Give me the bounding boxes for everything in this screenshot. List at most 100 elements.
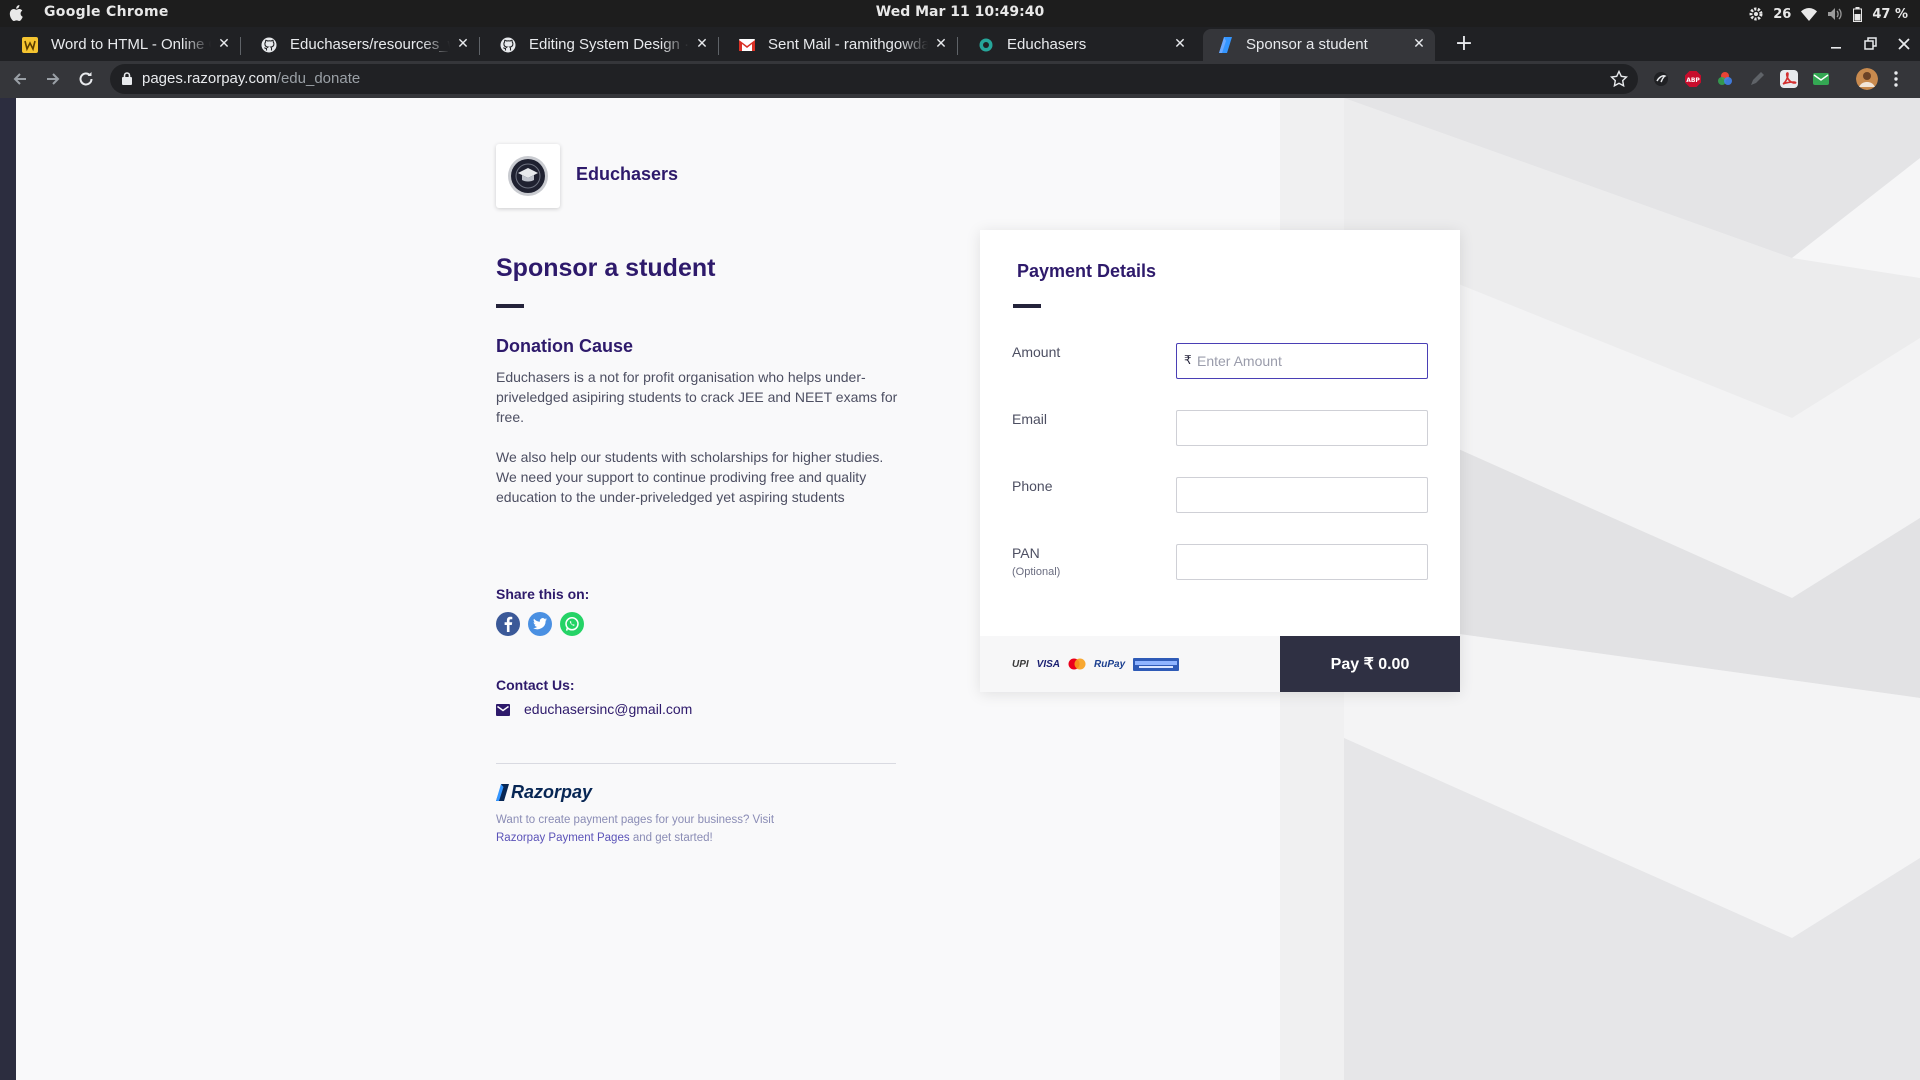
battery-icon[interactable] [1853, 6, 1863, 22]
tab-sponsor-a-student[interactable]: Sponsor a student ✕ [1203, 29, 1435, 61]
tab-title: Editing System Design · ra [529, 36, 689, 53]
left-edge-strip [0, 98, 16, 1080]
minimize-icon[interactable] [1827, 35, 1845, 53]
tab-sent-mail[interactable]: Sent Mail - ramithgowdak ✕ [725, 29, 957, 61]
github-icon [261, 37, 277, 53]
payment-details-card: Payment Details Amount ₹ Email Phone PAN… [980, 230, 1460, 692]
color-picker-icon[interactable] [1716, 70, 1734, 88]
footer-text-lead: Want to create payment pages for your bu… [496, 814, 775, 826]
tab-separator [718, 37, 719, 55]
tab-separator [479, 37, 480, 55]
tab-title: Word to HTML - Online Co [51, 36, 211, 53]
payment-details-heading: Payment Details [1017, 261, 1157, 281]
url-path: /edu_donate [276, 70, 361, 87]
razorpay-wordmark: Razorpay [511, 781, 593, 802]
donation-cause-heading: Donation Cause [496, 336, 634, 356]
close-icon[interactable]: ✕ [455, 36, 471, 52]
more-menu-icon[interactable] [1890, 70, 1902, 88]
tab-educhasers-resources[interactable]: Educhasers/resources_wi ✕ [247, 29, 479, 61]
donation-cause-paragraph: Educhasers is a not for profit organisat… [496, 369, 898, 425]
extension-icon[interactable] [1652, 70, 1670, 88]
mail-extension-icon[interactable] [1812, 70, 1830, 88]
app-name[interactable]: Google Chrome [44, 4, 169, 20]
pay-button[interactable]: Pay ₹ 0.00 [1280, 636, 1460, 692]
amount-field[interactable]: ₹ [1176, 343, 1428, 379]
close-icon[interactable]: ✕ [694, 36, 710, 52]
os-top-bar: Google Chrome Wed Mar 11 10:49:40 26 47 … [0, 0, 1920, 27]
phone-field[interactable] [1176, 477, 1428, 513]
tab-strip: Word to HTML - Online Co ✕ Educhasers/re… [0, 27, 1920, 61]
pan-label: PAN [1012, 545, 1040, 561]
share-label: Share this on: [496, 586, 590, 602]
amount-input[interactable] [1197, 344, 1422, 378]
close-icon[interactable]: ✕ [1172, 36, 1188, 52]
tab-separator [957, 37, 958, 55]
reload-icon[interactable] [76, 69, 96, 89]
rupee-icon: ₹ [1184, 353, 1192, 367]
close-icon[interactable]: ✕ [216, 36, 232, 52]
facebook-icon[interactable] [496, 612, 520, 636]
tab-title: Sent Mail - ramithgowdak [768, 36, 928, 53]
pdf-icon[interactable] [1780, 70, 1798, 88]
word-to-html-icon [22, 37, 38, 53]
email-field[interactable] [1176, 410, 1428, 446]
phone-label: Phone [1012, 478, 1053, 494]
close-window-icon[interactable] [1895, 35, 1913, 53]
payment-method-logos: UPI VISA RuPay [1012, 656, 1180, 672]
browser-toolbar: pages.razorpay.com/edu_donate ABP [0, 61, 1920, 98]
pan-field[interactable] [1176, 544, 1428, 580]
pan-input[interactable] [1185, 545, 1423, 579]
adblock-plus-icon[interactable]: ABP [1684, 70, 1702, 88]
educhasers-logo-icon [508, 156, 548, 196]
tab-separator [240, 37, 241, 55]
bookmark-star-icon[interactable] [1610, 70, 1628, 88]
lock-icon[interactable] [122, 72, 132, 85]
profile-avatar-icon[interactable] [1856, 68, 1878, 90]
mastercard-icon [1068, 658, 1086, 670]
restore-icon[interactable] [1861, 35, 1879, 53]
tab-word-to-html[interactable]: Word to HTML - Online Co ✕ [8, 29, 240, 61]
title-underline [496, 304, 524, 308]
volume-icon[interactable] [1827, 7, 1843, 21]
whatsapp-icon[interactable] [560, 612, 584, 636]
address-bar[interactable]: pages.razorpay.com/edu_donate [110, 64, 1638, 94]
tab-editing-system-design[interactable]: Editing System Design · ra ✕ [486, 29, 718, 61]
twitter-icon[interactable] [528, 612, 552, 636]
svg-text:ABP: ABP [1686, 77, 1700, 84]
contact-email-link[interactable]: educhasersinc@gmail.com [524, 701, 692, 717]
forward-icon[interactable] [43, 69, 63, 89]
razorpay-mark-icon [496, 783, 509, 801]
clock[interactable]: Wed Mar 11 10:49:40 [0, 4, 1920, 20]
razorpay-icon [1217, 37, 1233, 53]
phone-input[interactable] [1185, 478, 1423, 512]
tab-title: Educhasers [1007, 36, 1167, 53]
donation-cause-paragraph: We also help our students with scholarsh… [496, 449, 884, 505]
visa-logo: VISA [1036, 658, 1061, 670]
razorpay-payment-pages-link[interactable]: Razorpay Payment Pages [496, 832, 630, 844]
close-icon[interactable]: ✕ [933, 36, 949, 52]
pan-optional-note: (Optional) [1012, 566, 1061, 578]
brand-name: Educhasers [576, 164, 679, 184]
apple-icon[interactable] [9, 4, 25, 22]
upi-logo: UPI [1012, 658, 1029, 670]
payment-heading-underline [1013, 304, 1041, 308]
url-host: pages.razorpay.com [142, 70, 277, 87]
close-icon[interactable]: ✕ [1411, 36, 1427, 52]
pen-icon[interactable] [1748, 70, 1766, 88]
tab-title: Sponsor a student [1246, 36, 1406, 53]
email-label: Email [1012, 411, 1048, 427]
contact-label: Contact Us: [496, 677, 575, 693]
back-icon[interactable] [10, 69, 30, 89]
brand-logo [496, 144, 560, 208]
educhasers-icon [978, 37, 994, 53]
gmail-icon [739, 37, 755, 53]
razorpay-logo[interactable]: Razorpay [496, 781, 592, 803]
email-input[interactable] [1185, 411, 1423, 445]
divider [496, 763, 896, 764]
settings-icon[interactable] [1749, 7, 1763, 21]
wifi-icon[interactable] [1801, 7, 1818, 21]
notification-count: 26 [1773, 6, 1792, 22]
tab-educhasers[interactable]: Educhasers ✕ [964, 29, 1196, 61]
footer-text-tail: and get started! [632, 832, 713, 844]
new-tab-button[interactable]: + [1453, 33, 1475, 56]
